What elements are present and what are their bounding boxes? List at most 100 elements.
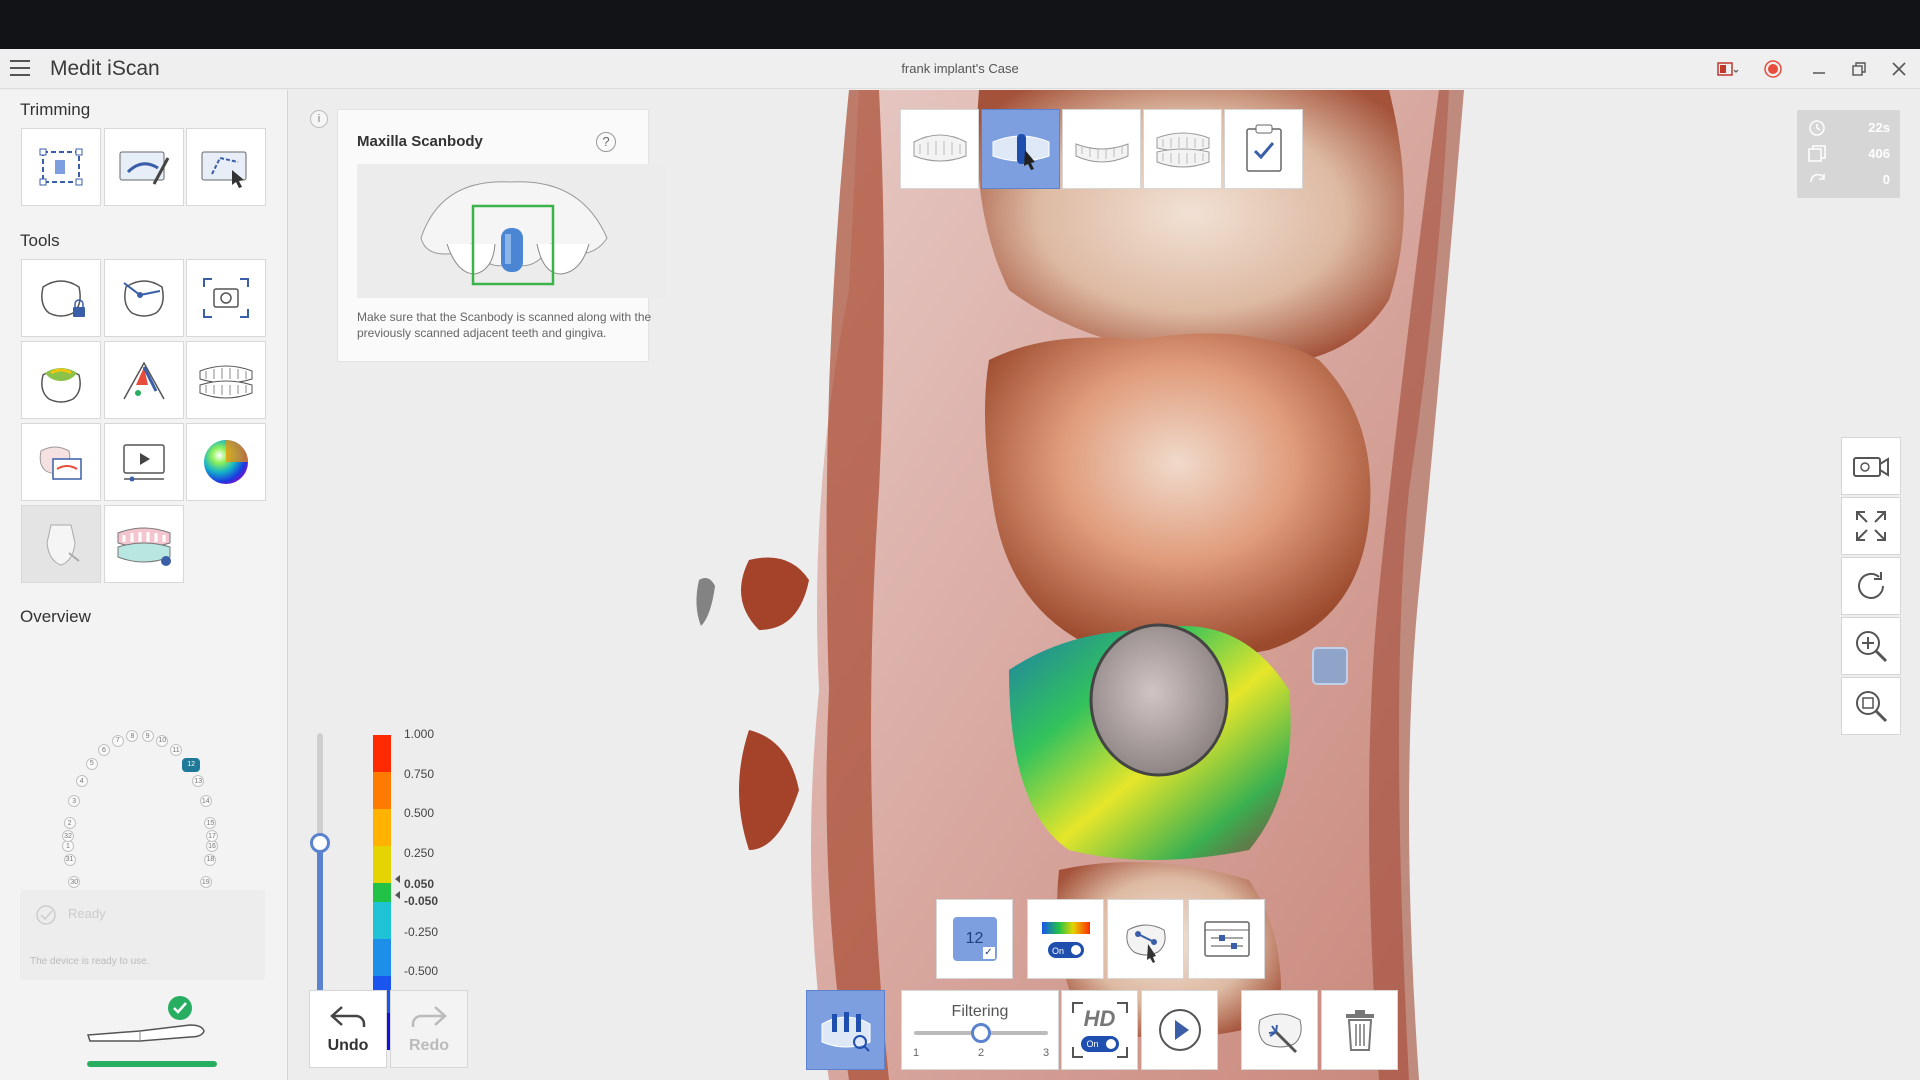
tooth-18[interactable]: 18 [204,853,217,866]
tooth-3[interactable]: 3 [68,795,81,808]
undo-button[interactable]: Undo [309,990,387,1068]
arch-view-tool[interactable] [186,341,266,419]
scan-guide-description: Make sure that the Scanbody is scanned a… [357,310,652,340]
occlusion-tool[interactable] [104,341,184,419]
play-icon [1158,1009,1201,1051]
tooth-6[interactable]: 6 [98,744,110,757]
legend-label: 1.000 [404,727,435,741]
info-icon[interactable]: i [310,110,328,128]
scanbody-library-button[interactable] [1107,899,1184,979]
tooth-11[interactable]: 11 [170,744,182,757]
hd-label: HD [1083,1006,1116,1031]
filtering-control[interactable]: Filtering 1 2 3 [901,990,1059,1070]
restore-icon[interactable] [1847,57,1871,81]
fit-to-screen-button[interactable] [1841,497,1901,555]
scanner-icon [86,1024,205,1042]
stage-tab-maxilla[interactable] [900,109,979,189]
redo-arrow-icon [411,1006,447,1027]
filtering-slider-handle[interactable] [971,1023,991,1043]
hd-on-label: On [1086,1039,1099,1049]
filtering-tick-label: 1 [913,1047,920,1059]
tooth-19[interactable]: 19 [199,876,212,889]
margin-line-tool[interactable] [104,259,184,337]
capture-tool[interactable] [186,259,266,337]
scan-guide-title: Maxilla Scanbody [357,133,483,150]
lock-area-tool[interactable] [21,259,101,337]
zoom-fit-icon [1856,691,1888,723]
zoom-fit-button[interactable] [1841,677,1901,735]
close-icon[interactable] [1887,57,1911,81]
occlusion-icon [123,361,165,400]
stage-tab-maxilla-scanbody[interactable] [981,109,1060,189]
hd-on-toggle: On [1080,1036,1119,1052]
tooth-7[interactable]: 7 [111,734,124,747]
tooth-disabled-icon [46,524,80,566]
play-scan-button[interactable] [1141,990,1218,1070]
tooth-selection-button[interactable]: 12 ✓ [936,899,1013,979]
tooth-connect-icon [123,280,164,317]
ai-filter-button[interactable] [1241,990,1318,1070]
lasso-trim-tool[interactable] [186,128,266,206]
lasso-trim-icon [201,151,247,188]
box-select-icon [39,148,83,186]
video-capture-button[interactable] [1841,437,1901,495]
tooth-30[interactable]: 30 [68,876,81,889]
scan-mode-button[interactable] [806,990,885,1070]
filtering-tick-label: 2 [978,1047,985,1059]
tooth-9[interactable]: 9 [141,730,154,743]
tooth-5[interactable]: 5 [85,757,98,770]
tooth-12[interactable]: 12 [182,757,201,772]
tooth-13[interactable]: 13 [192,775,205,788]
hd-toggle-button[interactable]: HD On [1061,990,1138,1070]
tooth-31[interactable]: 31 [63,853,76,866]
tools-section-title: Tools [20,231,60,250]
tooth-15[interactable]: 15 [204,817,217,830]
color-deviation-toggle[interactable]: On [1027,899,1104,979]
tooth-8[interactable]: 8 [126,730,139,743]
box-select-trim-tool[interactable] [21,128,101,206]
check-circle-icon [36,905,56,925]
scan-settings-button[interactable] [1188,899,1265,979]
reset-view-button[interactable] [1841,557,1901,615]
legend-label: -0.050 [404,894,439,908]
denture-tool[interactable] [104,505,184,583]
filtering-ticks: 1 2 3 [902,1047,1060,1063]
tooth-17[interactable]: 17 [206,830,218,842]
brush-trim-tool[interactable] [104,128,184,206]
undercut-tool[interactable] [21,341,101,419]
scan-viewport[interactable]: i Maxilla Scanbody ? Make sure that the … [289,90,1920,1080]
rotation-count: 0 [1882,172,1890,187]
brush-trim-icon [119,151,170,185]
zoom-in-button[interactable] [1841,617,1901,675]
tooth-32[interactable]: 32 [62,830,74,842]
minimize-icon[interactable] [1807,57,1831,81]
delete-button[interactable] [1321,990,1398,1070]
tooth-10[interactable]: 10 [156,734,169,747]
record-icon[interactable] [1761,57,1785,81]
color-map-tool[interactable] [186,423,266,501]
legend-segment [373,772,391,810]
scanbody-illustration-icon [420,181,608,286]
zoom-in-icon [1856,631,1888,663]
slider-handle[interactable] [310,833,330,853]
tooth-4[interactable]: 4 [75,775,88,788]
screen-layout-icon[interactable] [1716,57,1740,81]
tooth-14[interactable]: 14 [199,795,212,808]
filtering-tick-label: 3 [1043,1047,1050,1059]
timer-icon [1809,120,1825,136]
stage-tab-occlusion[interactable] [1143,109,1222,189]
tooth-badge: 12 ✓ [952,917,997,961]
video-playback-tool[interactable] [104,423,184,501]
redo-button[interactable]: Redo [390,990,468,1068]
color-toggle-icon: On [1041,922,1090,958]
compare-tool[interactable] [21,423,101,501]
tooth-2[interactable]: 2 [63,817,76,830]
overview-section-title: Overview [20,607,91,626]
frame-count: 406 [1868,146,1890,161]
scanner-connection-bar [87,1061,217,1067]
stage-tab-complete[interactable] [1224,109,1303,189]
scan-guide-card: Maxilla Scanbody ? Make sure that the Sc… [337,109,667,362]
stage-tab-mandible[interactable] [1062,109,1141,189]
help-icon[interactable]: ? [596,132,616,152]
legend-label: 0.050 [404,877,435,891]
